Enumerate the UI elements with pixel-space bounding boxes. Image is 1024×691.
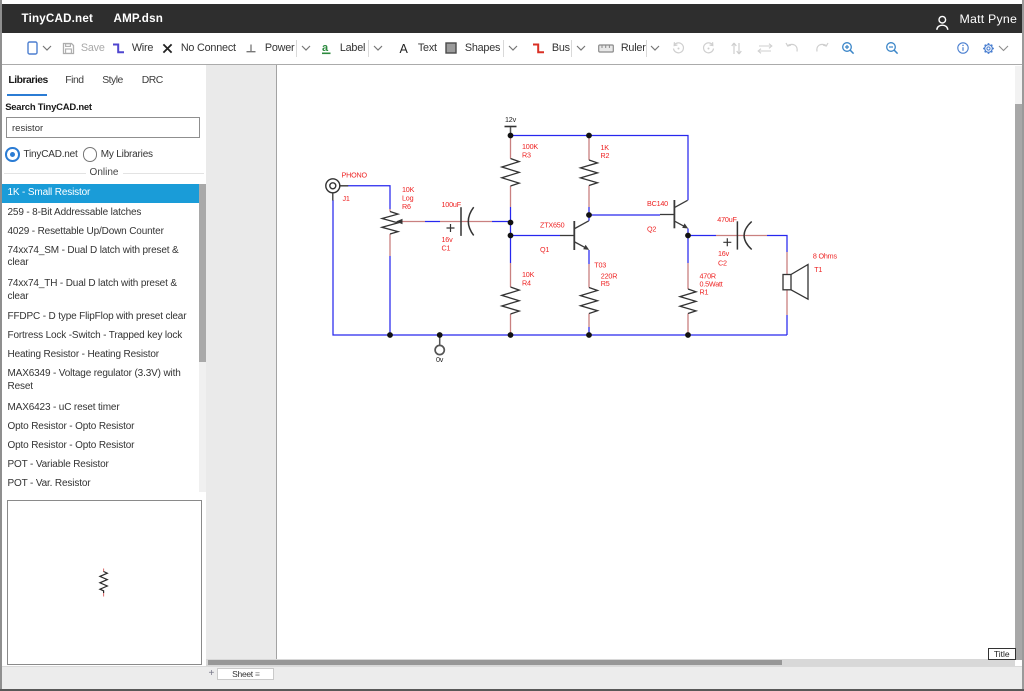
svg-text:R1: R1 (700, 288, 709, 297)
svg-text:100uF: 100uF (442, 200, 462, 209)
svg-text:R3: R3 (522, 151, 531, 160)
svg-text:R6: R6 (402, 202, 411, 211)
svg-text:470uF: 470uF (717, 215, 737, 224)
svg-text:T1: T1 (814, 265, 822, 274)
svg-text:R4: R4 (522, 279, 531, 288)
svg-text:16v: 16v (718, 249, 730, 258)
svg-text:C1: C1 (442, 244, 451, 253)
svg-text:12v: 12v (505, 115, 517, 124)
svg-text:T03: T03 (594, 261, 606, 270)
svg-text:J1: J1 (343, 194, 350, 203)
svg-text:8 Ohms: 8 Ohms (813, 252, 838, 261)
svg-text:16v: 16v (442, 235, 454, 244)
svg-text:R5: R5 (601, 279, 610, 288)
svg-text:Q1: Q1 (540, 245, 549, 254)
svg-text:C2: C2 (718, 258, 727, 267)
svg-text:PHONO: PHONO (342, 171, 368, 180)
svg-text:0v: 0v (436, 355, 444, 364)
svg-text:R2: R2 (601, 151, 610, 160)
svg-text:Q2: Q2 (647, 224, 656, 233)
svg-text:BC140: BC140 (647, 199, 668, 208)
svg-text:ZTX650: ZTX650 (540, 221, 565, 230)
